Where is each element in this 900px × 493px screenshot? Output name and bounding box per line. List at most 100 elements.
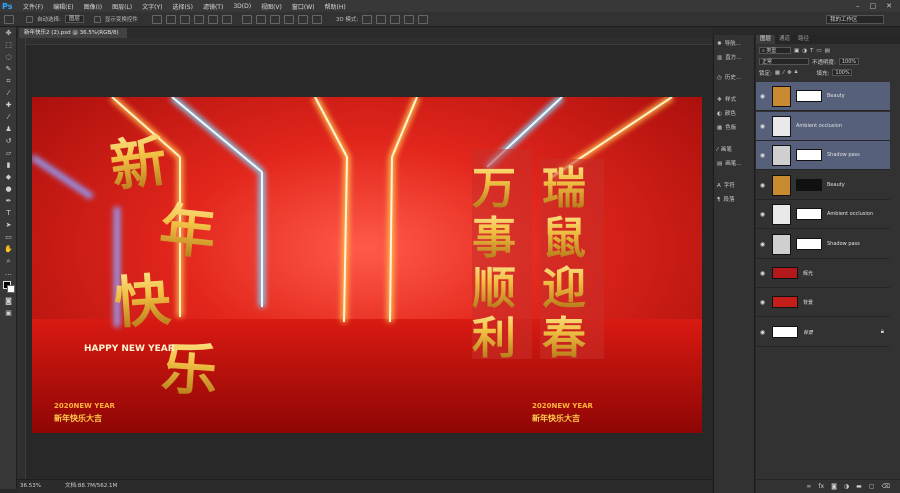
layer-row[interactable]: ◉ Beauty	[756, 82, 890, 111]
adjust-icon[interactable]: ◑	[844, 480, 849, 493]
layer-row[interactable]: ◉ Beauty	[756, 171, 890, 200]
distribute-left-icon[interactable]	[283, 14, 294, 24]
layer-row[interactable]: ◉ 背景 🔒︎	[756, 318, 890, 347]
quick-select-tool-icon[interactable]: ✎	[0, 63, 17, 75]
trash-icon[interactable]: ⌫	[882, 480, 890, 493]
3d-pan-icon[interactable]	[390, 14, 401, 24]
marquee-tool-icon[interactable]: ⬚	[0, 39, 17, 51]
document-tab[interactable]: 新年快乐2 (2).psd @ 36.5%(RGB/8) ×	[19, 28, 127, 46]
filter-pixel-icon[interactable]: ▣	[794, 48, 799, 54]
panel-brush[interactable]: ⁄ 画笔	[714, 145, 754, 155]
layer-row[interactable]: ◉ Shadow pass	[756, 230, 890, 259]
distribute-vcenter-icon[interactable]	[255, 14, 266, 24]
align-top-icon[interactable]	[151, 14, 162, 24]
visibility-eye-icon[interactable]: ◉	[756, 211, 769, 218]
layer-mask-thumbnail[interactable]	[796, 179, 822, 191]
path-select-tool-icon[interactable]: ➤	[0, 219, 17, 231]
layer-mask-thumbnail[interactable]	[796, 208, 822, 220]
panel-color[interactable]: ◐ 颜色	[714, 109, 754, 119]
minimize-button[interactable]: –	[856, 2, 860, 10]
zoom-level[interactable]: 36.53%	[20, 480, 41, 493]
blur-tool-icon[interactable]: ◆	[0, 171, 17, 183]
maximize-button[interactable]: □	[870, 2, 877, 10]
mask-icon[interactable]: ◙	[831, 480, 837, 493]
distribute-right-icon[interactable]	[311, 14, 322, 24]
folder-icon[interactable]: ▬	[856, 480, 862, 493]
dodge-tool-icon[interactable]: ●	[0, 183, 17, 195]
visibility-eye-icon[interactable]: ◉	[756, 329, 769, 336]
color-swatch-icon[interactable]	[0, 279, 17, 295]
type-tool-icon[interactable]: T	[0, 207, 17, 219]
menu-help[interactable]: 帮助(H)	[320, 2, 351, 11]
kind-filter-dropdown[interactable]: ⌕ 类型	[759, 47, 791, 54]
align-vcenter-icon[interactable]	[165, 14, 176, 24]
panel-navigator[interactable]: ✺ 导航...	[714, 39, 754, 49]
fx-icon[interactable]: fx	[818, 480, 824, 493]
link-icon[interactable]: ∞	[806, 480, 811, 493]
align-left-icon[interactable]	[193, 14, 204, 24]
3d-rotate-icon[interactable]	[362, 14, 373, 24]
menu-view[interactable]: 视图(V)	[256, 2, 287, 11]
panel-styles[interactable]: ❖ 样式	[714, 95, 754, 105]
panel-histogram[interactable]: ▥ 直方...	[714, 53, 754, 63]
close-window-button[interactable]: ✕	[886, 2, 892, 10]
new-layer-icon[interactable]: ▢	[869, 480, 875, 493]
3d-slide-icon[interactable]	[404, 14, 415, 24]
layer-row[interactable]: ◉ Ambient occlusion	[756, 200, 890, 229]
menu-window[interactable]: 窗口(W)	[287, 2, 320, 11]
visibility-eye-icon[interactable]: ◉	[756, 152, 769, 159]
layer-row[interactable]: ◉ Shadow pass	[756, 141, 890, 170]
menu-3d[interactable]: 3D(D)	[228, 3, 256, 10]
history-brush-tool-icon[interactable]: ↺	[0, 135, 17, 147]
visibility-eye-icon[interactable]: ◉	[756, 93, 769, 100]
move-tool-icon[interactable]	[4, 14, 14, 24]
opacity-input[interactable]: 100%	[838, 58, 859, 65]
quick-mask-icon[interactable]: ◙	[0, 295, 17, 307]
menu-image[interactable]: 图像(I)	[79, 2, 107, 11]
distribute-hcenter-icon[interactable]	[297, 14, 308, 24]
blend-mode-dropdown[interactable]: 正常	[759, 58, 809, 65]
move-tool-icon[interactable]: ✥	[0, 27, 17, 39]
visibility-eye-icon[interactable]: ◉	[756, 182, 769, 189]
layer-mask-thumbnail[interactable]	[796, 90, 822, 102]
visibility-eye-icon[interactable]: ◉	[756, 241, 769, 248]
menu-edit[interactable]: 编辑(E)	[48, 2, 78, 11]
visibility-eye-icon[interactable]: ◉	[756, 123, 769, 130]
screen-mode-icon[interactable]: ▣	[0, 307, 17, 319]
show-transform-checkbox[interactable]	[93, 15, 101, 23]
shape-tool-icon[interactable]: ▭	[0, 231, 17, 243]
lock-move-icon[interactable]: ✥	[787, 70, 792, 76]
menu-file[interactable]: 文件(F)	[18, 2, 48, 11]
align-hcenter-icon[interactable]	[207, 14, 218, 24]
healing-tool-icon[interactable]: ✚	[0, 99, 17, 111]
tab-layers[interactable]: 图层	[756, 35, 776, 44]
layer-mask-thumbnail[interactable]	[796, 149, 822, 161]
pen-tool-icon[interactable]: ✒	[0, 195, 17, 207]
brush-tool-icon[interactable]: ⁄	[0, 111, 17, 123]
eraser-tool-icon[interactable]: ▱	[0, 147, 17, 159]
tab-channels[interactable]: 通道	[775, 35, 794, 44]
align-bottom-icon[interactable]	[179, 14, 190, 24]
filter-type-icon[interactable]: T	[810, 48, 813, 54]
lasso-tool-icon[interactable]: ◌	[0, 51, 17, 63]
layer-row[interactable]: ◉ 辉光	[756, 259, 890, 288]
menu-type[interactable]: 文字(Y)	[137, 2, 167, 11]
document-canvas[interactable]: 新 年 快 乐 HAPPY NEW YEAR 万 事 顺 利 瑞 鼠 迎 春 2…	[32, 97, 702, 433]
zoom-tool-icon[interactable]: ⌕	[0, 255, 17, 267]
layer-row[interactable]: ◉ Ambient occlusion	[756, 112, 890, 141]
3d-roll-icon[interactable]	[376, 14, 387, 24]
layer-mask-thumbnail[interactable]	[796, 238, 822, 250]
workspace-switcher[interactable]: 我的工作区	[826, 15, 884, 24]
panel-history[interactable]: ◷ 历史...	[714, 73, 754, 83]
stamp-tool-icon[interactable]: ♟	[0, 123, 17, 135]
align-right-icon[interactable]	[221, 14, 232, 24]
filter-adjust-icon[interactable]: ◑	[802, 48, 807, 54]
panel-swatches[interactable]: ▦ 色板	[714, 123, 754, 133]
menu-filter[interactable]: 滤镜(T)	[198, 2, 228, 11]
3d-scale-icon[interactable]	[418, 14, 429, 24]
gradient-tool-icon[interactable]: ▮	[0, 159, 17, 171]
filter-shape-icon[interactable]: ▭	[816, 48, 821, 54]
auto-select-checkbox[interactable]	[26, 15, 33, 23]
lock-paint-icon[interactable]: ⁄	[783, 70, 784, 76]
crop-tool-icon[interactable]: ⌗	[0, 75, 17, 87]
